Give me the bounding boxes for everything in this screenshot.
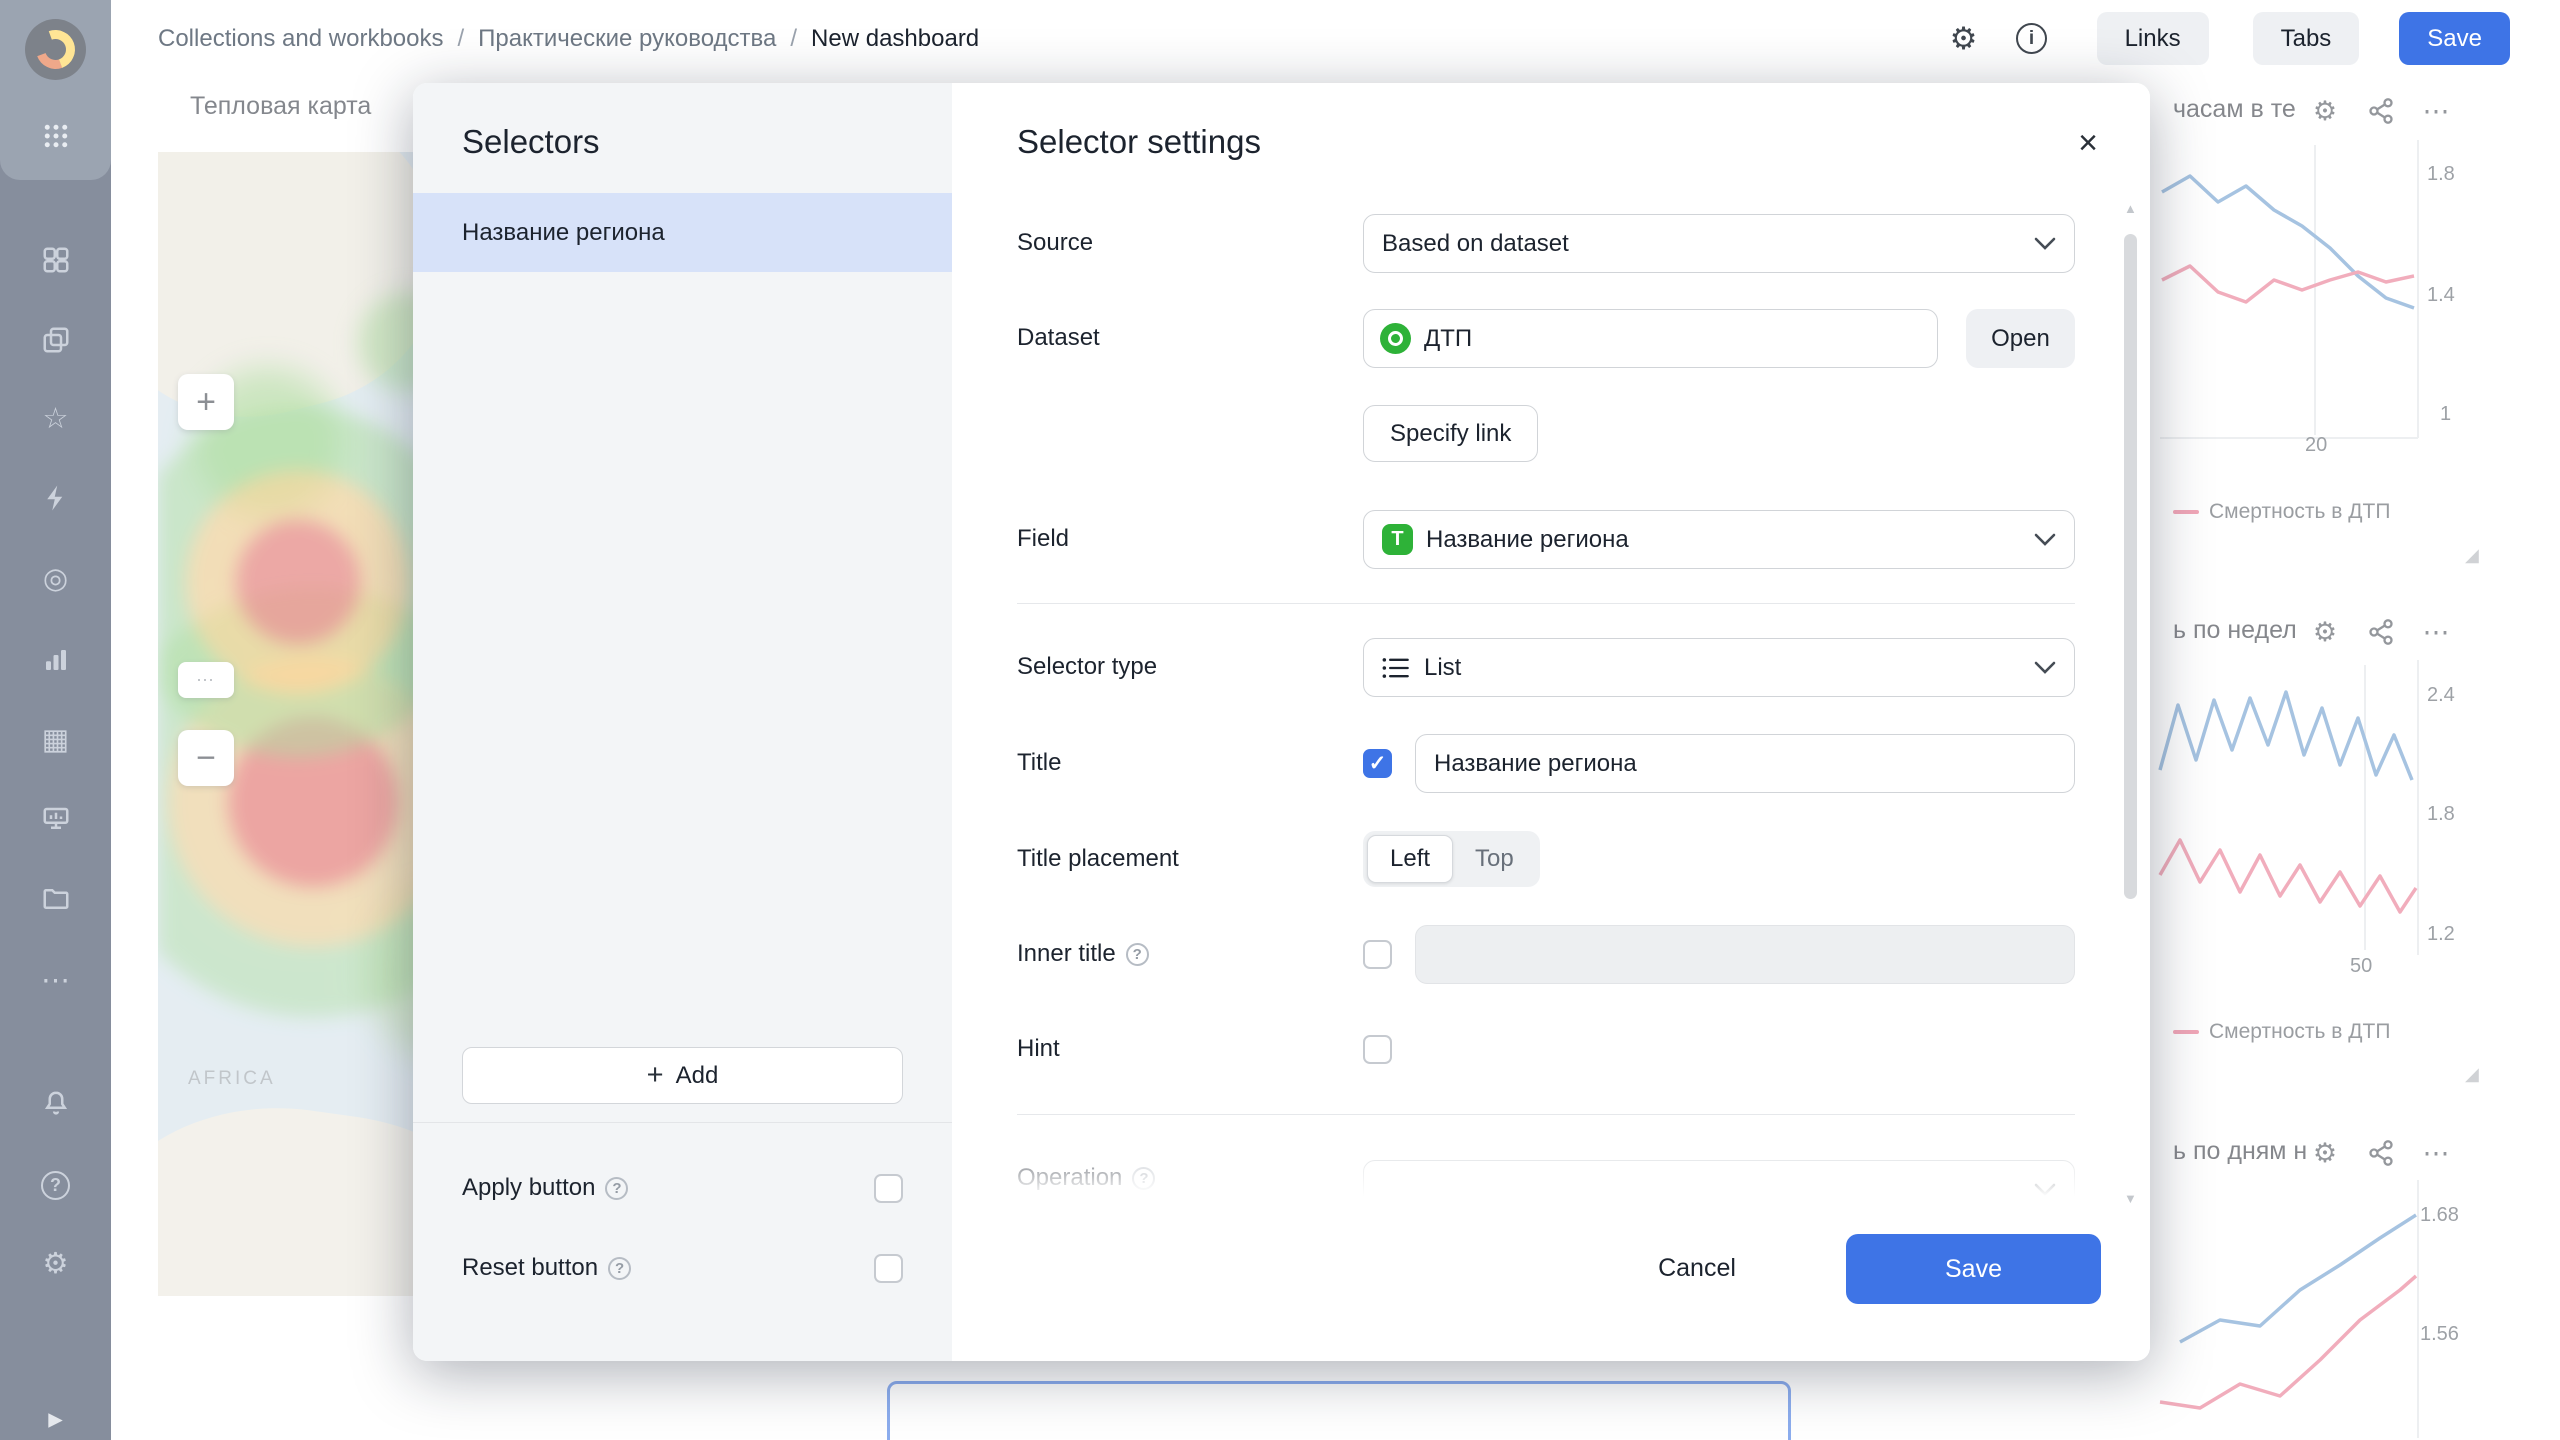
placement-left-option[interactable]: Left [1367, 835, 1453, 883]
selector-type-label: Selector type [1017, 652, 1157, 682]
chevron-down-icon [2034, 237, 2056, 251]
hint-checkbox[interactable] [1363, 1035, 1392, 1064]
placement-top-option[interactable]: Top [1453, 835, 1536, 883]
string-field-type-icon: T [1382, 524, 1413, 555]
selector-list-item-selected[interactable]: Название региона [413, 193, 952, 272]
field-select[interactable]: T Название региона [1363, 510, 2075, 569]
inner-title-label: Inner title ? [1017, 939, 1149, 969]
chevron-down-icon [2034, 533, 2056, 547]
scroll-down-icon[interactable]: ▼ [2124, 1191, 2137, 1206]
reset-button-row: Reset button ? [413, 1239, 952, 1297]
dataset-name: ДТП [1424, 325, 1472, 353]
dialog-save-button[interactable]: Save [1846, 1234, 2101, 1304]
settings-gear-icon[interactable]: ⚙ [1941, 16, 1987, 62]
scroll-up-icon[interactable]: ▲ [2124, 201, 2137, 216]
hint-label: Hint [1017, 1034, 1060, 1064]
list-icon [1382, 656, 1410, 680]
title-placement-toggle: Left Top [1363, 831, 1540, 887]
inner-title-input [1415, 925, 2075, 984]
content-fade [952, 1123, 2150, 1205]
settings-form: Source Based on dataset Dataset ДТП Open… [952, 83, 2150, 1205]
help-question-icon[interactable]: ? [608, 1257, 631, 1280]
header-save-button[interactable]: Save [2399, 12, 2510, 65]
selector-dialog: Selectors Название региона + Add Apply b… [413, 83, 2150, 1361]
top-header: Collections and workbooks / Практические… [111, 0, 2560, 77]
info-icon[interactable]: i [2009, 16, 2055, 62]
reset-button-label: Reset button [462, 1254, 598, 1282]
apply-button-checkbox[interactable] [874, 1174, 903, 1203]
field-label: Field [1017, 524, 1069, 554]
form-divider [1017, 1114, 2075, 1115]
breadcrumb-current-dashboard: New dashboard [811, 25, 979, 53]
dialog-scrollbar[interactable] [2124, 234, 2137, 899]
chevron-down-icon [2034, 661, 2056, 675]
breadcrumb-separator: / [790, 25, 797, 53]
plus-icon: + [647, 1061, 664, 1090]
panel-divider [413, 1122, 952, 1123]
title-checkbox[interactable]: ✓ [1363, 749, 1392, 778]
links-button[interactable]: Links [2097, 12, 2209, 65]
field-select-value: Название региона [1426, 526, 1629, 554]
breadcrumb-workbook[interactable]: Практические руководства [478, 25, 776, 53]
dataset-icon [1380, 323, 1411, 354]
help-question-icon[interactable]: ? [1126, 943, 1149, 966]
apply-button-label: Apply button [462, 1174, 595, 1202]
selectors-panel-title: Selectors [462, 123, 600, 161]
source-select-value: Based on dataset [1382, 230, 1569, 258]
breadcrumb-separator: / [457, 25, 464, 53]
title-label: Title [1017, 748, 1061, 778]
inner-title-checkbox[interactable] [1363, 940, 1392, 969]
selector-type-select[interactable]: List [1363, 638, 2075, 697]
open-dataset-button[interactable]: Open [1966, 309, 2075, 368]
add-selector-button[interactable]: + Add [462, 1047, 903, 1104]
reset-button-checkbox[interactable] [874, 1254, 903, 1283]
apply-button-row: Apply button ? [413, 1159, 952, 1217]
dataset-label: Dataset [1017, 323, 1100, 353]
dataset-field[interactable]: ДТП [1363, 309, 1938, 368]
selector-type-value: List [1424, 654, 1461, 682]
source-label: Source [1017, 228, 1093, 258]
form-divider [1017, 603, 2075, 604]
breadcrumb-collections[interactable]: Collections and workbooks [158, 25, 443, 53]
tabs-button[interactable]: Tabs [2253, 12, 2360, 65]
help-question-icon[interactable]: ? [605, 1177, 628, 1200]
specify-link-button[interactable]: Specify link [1363, 405, 1538, 462]
title-input[interactable] [1415, 734, 2075, 793]
cancel-button[interactable]: Cancel [1627, 1239, 1767, 1298]
selector-settings-panel: Selector settings × Source Based on data… [952, 83, 2150, 1361]
title-placement-label: Title placement [1017, 844, 1179, 874]
selectors-panel: Selectors Название региона + Add Apply b… [413, 83, 952, 1361]
source-select[interactable]: Based on dataset [1363, 214, 2075, 273]
